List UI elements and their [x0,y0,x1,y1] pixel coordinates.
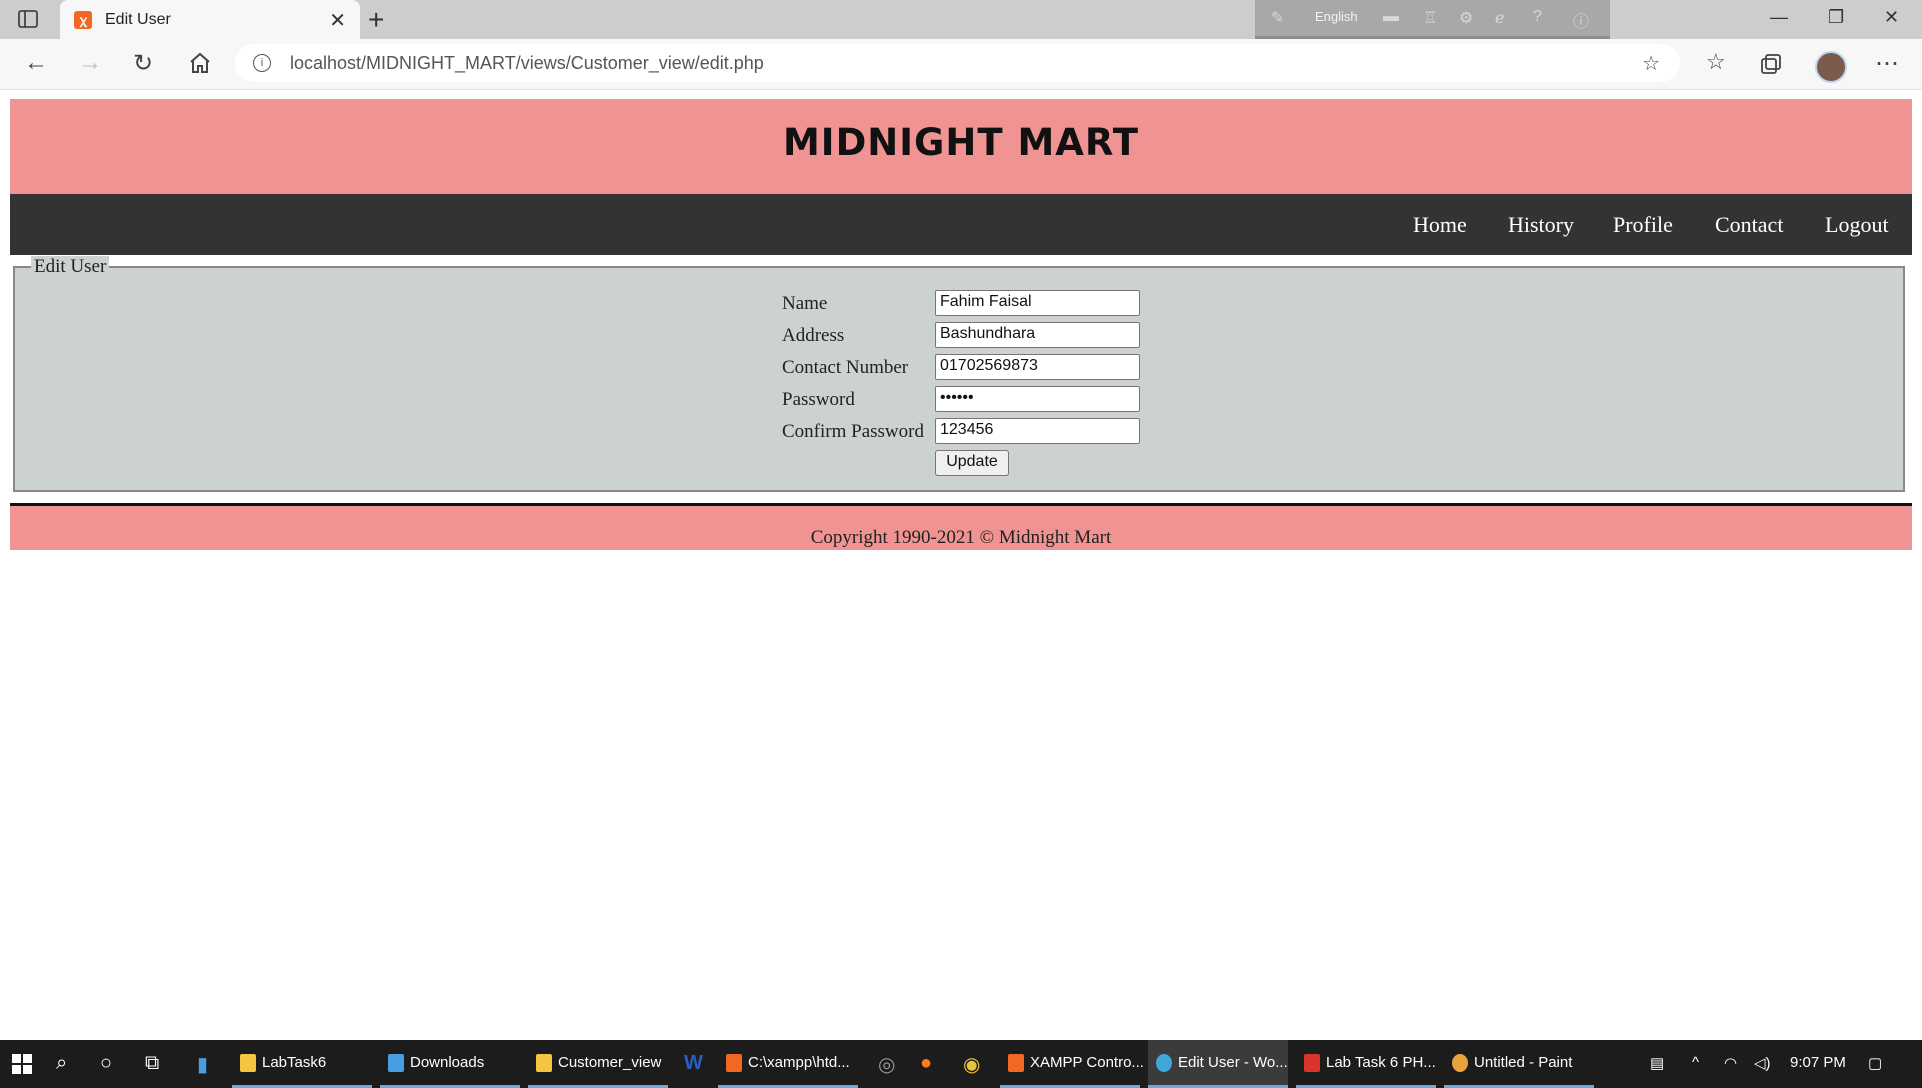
xampp-icon [1008,1054,1024,1072]
new-tab-button[interactable]: + [368,4,384,36]
cortana-icon[interactable]: ○ [100,1052,112,1075]
close-tab-icon[interactable]: ✕ [329,8,346,33]
news-icon[interactable]: ▤ [1650,1054,1664,1072]
taskbar-item-customer-view[interactable]: Customer_view [528,1040,668,1088]
minimize-icon[interactable]: — [1770,7,1788,28]
browser-tab[interactable]: ꭓ Edit User ✕ [60,0,360,39]
info-icon[interactable]: i [253,54,271,72]
contact-number-label: Contact Number [782,357,909,378]
ime-language[interactable]: English [1315,9,1358,24]
ime-toolbar: ✎ English ▬ ♖ ⚙ ℯ ? ⓘ [1255,0,1610,39]
taskbar-item-labtask6[interactable]: LabTask6 [232,1040,372,1088]
pdf-icon [1304,1054,1320,1072]
chevron-up-icon[interactable]: ^ [1692,1054,1699,1071]
chrome-icon[interactable]: ◉ [963,1052,980,1077]
ime-pen-icon[interactable]: ♖ [1423,8,1437,28]
folder-icon [536,1054,552,1072]
nav-home-link[interactable]: Home [1413,212,1467,238]
ime-keyboard-icon[interactable]: ▬ [1383,8,1399,26]
volume-icon[interactable]: ◁) [1754,1054,1771,1072]
avatar[interactable] [1815,51,1847,83]
nav-history-link[interactable]: History [1508,212,1574,238]
browser-titlebar: ꭓ Edit User ✕ + ✎ English ▬ ♖ ⚙ ℯ ? ⓘ — … [0,0,1922,39]
download-folder-icon [388,1054,404,1072]
tab-title: Edit User [105,11,171,28]
taskbar-item-pdf[interactable]: Lab Task 6 PH... [1296,1040,1436,1088]
name-input[interactable]: Fahim Faisal [935,290,1140,316]
address-bar[interactable]: i localhost/MIDNIGHT_MART/views/Customer… [235,44,1680,82]
edge-icon [1156,1054,1172,1072]
windows-start-icon[interactable] [12,1054,32,1074]
xampp-favicon-icon: ꭓ [74,11,92,29]
favorites-icon[interactable]: ☆ [1706,49,1726,75]
edit-user-fieldset: Edit User Name Fahim Faisal Address Bash… [13,256,1905,492]
name-label: Name [782,293,828,314]
address-input[interactable]: Bashundhara [935,322,1140,348]
browser-toolbar: ← → ↻ i localhost/MIDNIGHT_MART/views/Cu… [0,39,1922,90]
site-footer: Copyright 1990-2021 © Midnight Mart [10,506,1912,550]
nav-logout-link[interactable]: Logout [1825,212,1889,238]
site-title: MIDNIGHT MART [782,121,1139,164]
home-icon[interactable] [188,52,212,74]
notepad-icon[interactable]: ▮ [197,1052,208,1077]
fieldset-legend: Edit User [31,256,110,278]
nav-contact-link[interactable]: Contact [1715,212,1783,238]
notification-icon[interactable]: ▢ [1868,1054,1882,1072]
taskbar-item-downloads[interactable]: Downloads [380,1040,520,1088]
contact-number-input[interactable]: 01702569873 [935,354,1140,380]
add-favorite-icon[interactable]: ☆ [1642,51,1660,76]
refresh-icon[interactable]: ↻ [133,49,153,78]
sublime-icon [726,1054,742,1072]
ime-tool-icon[interactable]: ✎ [1271,8,1284,28]
taskbar-item-paint[interactable]: Untitled - Paint [1444,1040,1594,1088]
app-icon[interactable]: ◎ [878,1052,895,1077]
paint-icon [1452,1054,1468,1072]
copyright-text: Copyright 1990-2021 © Midnight Mart [810,527,1112,548]
back-icon[interactable]: ← [24,49,48,77]
firefox-icon[interactable]: ● [920,1052,932,1075]
clock-time[interactable]: 9:07 PM [1790,1054,1846,1071]
taskbar-item-xampp-control[interactable]: XAMPP Contro... [1000,1040,1144,1088]
sidebar-icon[interactable] [18,10,38,28]
confirm-password-input[interactable]: 123456 [935,418,1140,444]
taskbar-item-edge[interactable]: Edit User - Wo... [1148,1040,1288,1088]
folder-icon [240,1054,256,1072]
site-nav: Home History Profile Contact Logout [10,194,1912,255]
ime-info-icon[interactable]: ⓘ [1573,8,1589,32]
ime-edge-icon[interactable]: ℯ [1495,8,1504,28]
ime-help-icon[interactable]: ? [1533,8,1542,26]
confirm-password-label: Confirm Password [782,421,924,442]
wifi-icon[interactable]: ◠ [1724,1054,1737,1072]
url-text[interactable]: localhost/MIDNIGHT_MART/views/Customer_v… [290,53,764,74]
search-icon[interactable]: ⌕ [56,1052,67,1075]
ime-settings-icon[interactable]: ⚙ [1459,8,1473,28]
task-view-icon[interactable]: ⧉ [145,1052,159,1075]
close-window-icon[interactable]: ✕ [1884,7,1899,28]
site-header: MIDNIGHT MART [10,99,1912,194]
collections-icon[interactable] [1760,53,1782,75]
nav-profile-link[interactable]: Profile [1613,212,1673,238]
forward-icon[interactable]: → [78,49,102,77]
password-input[interactable]: •••••• [935,386,1140,412]
taskbar-item-xampp-htdocs[interactable]: C:\xampp\htd... [718,1040,858,1088]
windows-taskbar: ⌕ ○ ⧉ ▮ LabTask6 Downloads Customer_view… [0,1040,1922,1088]
word-icon[interactable]: W [684,1052,703,1075]
address-label: Address [782,325,845,346]
password-label: Password [782,389,855,410]
update-button[interactable]: Update [935,450,1009,476]
more-icon[interactable]: ⋯ [1875,49,1899,78]
restore-icon[interactable]: ❐ [1828,7,1844,28]
